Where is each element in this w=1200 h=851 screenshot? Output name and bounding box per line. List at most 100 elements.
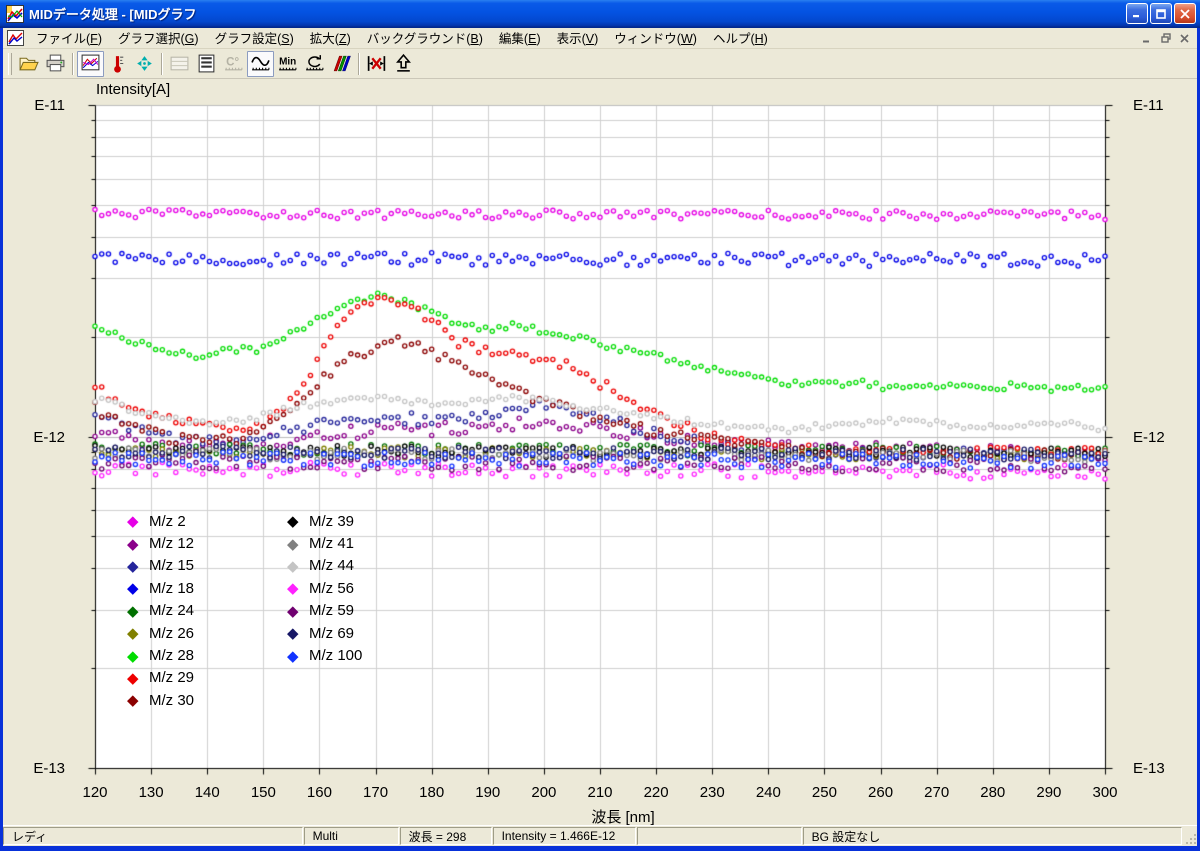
multi-chart-icon [331,53,352,74]
x-tick-label: 300 [1083,784,1127,801]
x-tick-label: 200 [522,784,566,801]
table-icon [196,53,217,74]
legend-diamond-icon: ◆ [127,512,145,530]
x-tick-label: 270 [915,784,959,801]
legend-item: ◆M/z 15 [127,555,194,577]
x-tick-label: 230 [690,784,734,801]
title-bar: MIDデータ処理 - [MIDグラフ [0,0,1200,28]
legend-label: M/z 2 [149,513,186,530]
menu-item-0[interactable]: ファイル(F) [28,26,110,50]
menu-item-5[interactable]: 編集(E) [491,26,549,50]
reset-x-icon [366,53,387,74]
toolbar-button-graph-select[interactable] [77,51,104,77]
legend-diamond-icon: ◆ [287,512,305,530]
legend-label: M/z 26 [149,625,194,642]
toolbar-button-print[interactable] [42,51,69,77]
x-tick-label: 280 [971,784,1015,801]
printer-icon [45,53,66,74]
mdi-minimize-button[interactable] [1138,31,1155,46]
legend-label: M/z 12 [149,535,194,552]
toolbar-button-fit-view[interactable] [131,51,158,77]
legend-item: ◆M/z 29 [127,667,194,689]
y-axis-title: Intensity[A] [96,81,170,98]
toolbar-button-export[interactable] [390,51,417,77]
minimize-button[interactable] [1126,3,1148,24]
app-icon [6,5,24,23]
toolbar-button-multi-graph[interactable] [328,51,355,77]
wave-icon [250,53,271,74]
legend-diamond-icon: ◆ [287,647,305,665]
menu-item-1[interactable]: グラフ選択(G) [110,26,207,50]
y-tick-label-right: E-12 [1133,429,1179,446]
toolbar-separator [161,53,163,75]
plot-canvas[interactable] [3,79,1197,825]
menu-item-7[interactable]: ウィンドウ(W) [606,26,705,50]
y-tick-label-left: E-13 [19,760,65,777]
legend-diamond-icon: ◆ [127,557,145,575]
mdi-restore-button[interactable] [1157,31,1174,46]
menu-item-2[interactable]: グラフ設定(S) [207,26,302,50]
legend-item: ◆M/z 44 [287,555,362,577]
legend-item: ◆M/z 12 [127,532,194,554]
status-wavelength: 波長 = 298 [400,827,492,845]
mdi-close-button[interactable] [1176,31,1193,46]
legend-diamond-icon: ◆ [127,691,145,709]
legend-diamond-icon: ◆ [127,602,145,620]
menu-item-8[interactable]: ヘルプ(H) [705,26,776,50]
legend-label: M/z 56 [309,580,354,597]
menu-items: ファイル(F)グラフ選択(G)グラフ設定(S)拡大(Z)バックグラウンド(B)編… [28,26,776,50]
toolbar-button-data-list[interactable] [193,51,220,77]
status-background: BG 設定なし [803,827,1182,845]
compress-arrows-icon [134,53,155,74]
legend-diamond-icon: ◆ [127,535,145,553]
x-tick-label: 140 [185,784,229,801]
legend-diamond-icon: ◆ [127,647,145,665]
x-tick-label: 120 [73,784,117,801]
x-tick-label: 260 [859,784,903,801]
menu-item-4[interactable]: バックグラウンド(B) [359,26,491,50]
legend-diamond-icon: ◆ [127,579,145,597]
menu-bar: ファイル(F)グラフ選択(G)グラフ設定(S)拡大(Z)バックグラウンド(B)編… [3,28,1197,49]
toolbar-button-reset-x-range[interactable] [363,51,390,77]
legend-diamond-icon: ◆ [287,557,305,575]
legend-item: ◆M/z 69 [287,622,362,644]
status-spacer [637,827,802,845]
svg-text:C°: C° [226,57,239,69]
legend-label: M/z 18 [149,580,194,597]
legend-label: M/z 30 [149,692,194,709]
svg-text:Min: Min [279,57,296,68]
window-title: MIDデータ処理 - [MIDグラフ [29,4,1124,23]
legend-label: M/z 39 [309,513,354,530]
x-tick-label: 220 [634,784,678,801]
legend-item: ◆M/z 24 [127,600,194,622]
maximize-button[interactable] [1150,3,1172,24]
legend-item: ◆M/z 100 [287,644,362,666]
resize-grip[interactable] [1183,827,1197,845]
open-folder-icon [18,53,39,74]
close-button[interactable] [1174,3,1196,24]
legend-label: M/z 44 [309,557,354,574]
toolbar: C° Min [3,49,1197,79]
window-bottom-border [0,846,1200,851]
x-tick-label: 150 [241,784,285,801]
toolbar-button-temp-scale: C° [220,51,247,77]
toolbar-button-grid-view [166,51,193,77]
x-tick-label: 130 [129,784,173,801]
legend-diamond-icon: ◆ [287,535,305,553]
toolbar-button-min-scale[interactable]: Min [274,51,301,77]
menu-item-6[interactable]: 表示(V) [549,26,607,50]
x-tick-label: 190 [466,784,510,801]
legend-label: M/z 100 [309,647,362,664]
up-arrow-icon [393,53,414,74]
menu-item-3[interactable]: 拡大(Z) [302,26,359,50]
toolbar-grip[interactable] [8,53,12,75]
legend-diamond-icon: ◆ [287,579,305,597]
toolbar-button-open-file[interactable] [15,51,42,77]
toolbar-button-thermometer[interactable] [104,51,131,77]
thermometer-icon [107,53,128,74]
graph-icon [80,53,101,74]
toolbar-button-rescale[interactable] [301,51,328,77]
document-icon [7,30,24,46]
legend-label: M/z 15 [149,557,194,574]
toolbar-button-wave-scale[interactable] [247,51,274,77]
